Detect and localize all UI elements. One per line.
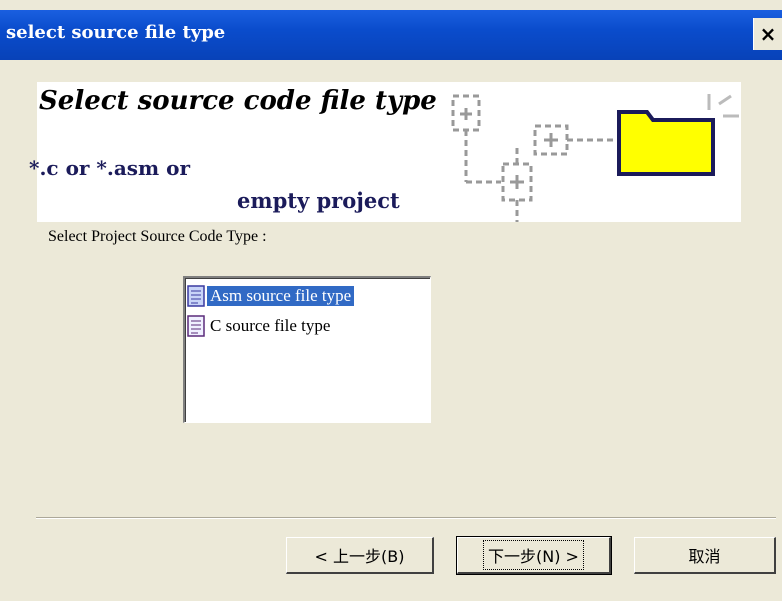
list-item-c[interactable]: C source file type [187,312,333,340]
back-button-label: < 上一步(B) [314,547,405,566]
asm-file-icon [187,285,205,307]
banner-empty-project: empty project [237,188,400,213]
source-type-label: Select Project Source Code Type : [48,228,267,245]
list-item-label: Asm source file type [207,286,355,306]
project-tree-illustration [451,94,739,222]
back-button[interactable]: < 上一步(B) [286,537,434,574]
close-icon: × [759,22,777,46]
list-item-asm[interactable]: Asm source file type [187,282,355,310]
button-separator [36,517,776,519]
cancel-button-label: 取消 [688,547,721,566]
close-button[interactable]: × [753,18,782,50]
dialog-window: select source file type × Select source … [0,0,782,601]
window-title: select source file type [6,22,226,43]
list-item-label: C source file type [210,316,331,335]
cancel-button[interactable]: 取消 [634,537,776,574]
folder-icon [617,110,715,176]
title-bar[interactable]: select source file type × [0,10,782,60]
header-banner: Select source code file type *.c or *.as… [29,82,741,222]
banner-file-types: *.c or *.asm or [29,156,191,180]
banner-title: Select source code file type [39,86,437,116]
c-file-icon [187,315,205,337]
source-type-listbox[interactable]: Asm source file type C source file type [183,276,431,423]
next-button-label: 下一步(N) > [483,540,584,570]
next-button[interactable]: 下一步(N) > [456,536,612,575]
